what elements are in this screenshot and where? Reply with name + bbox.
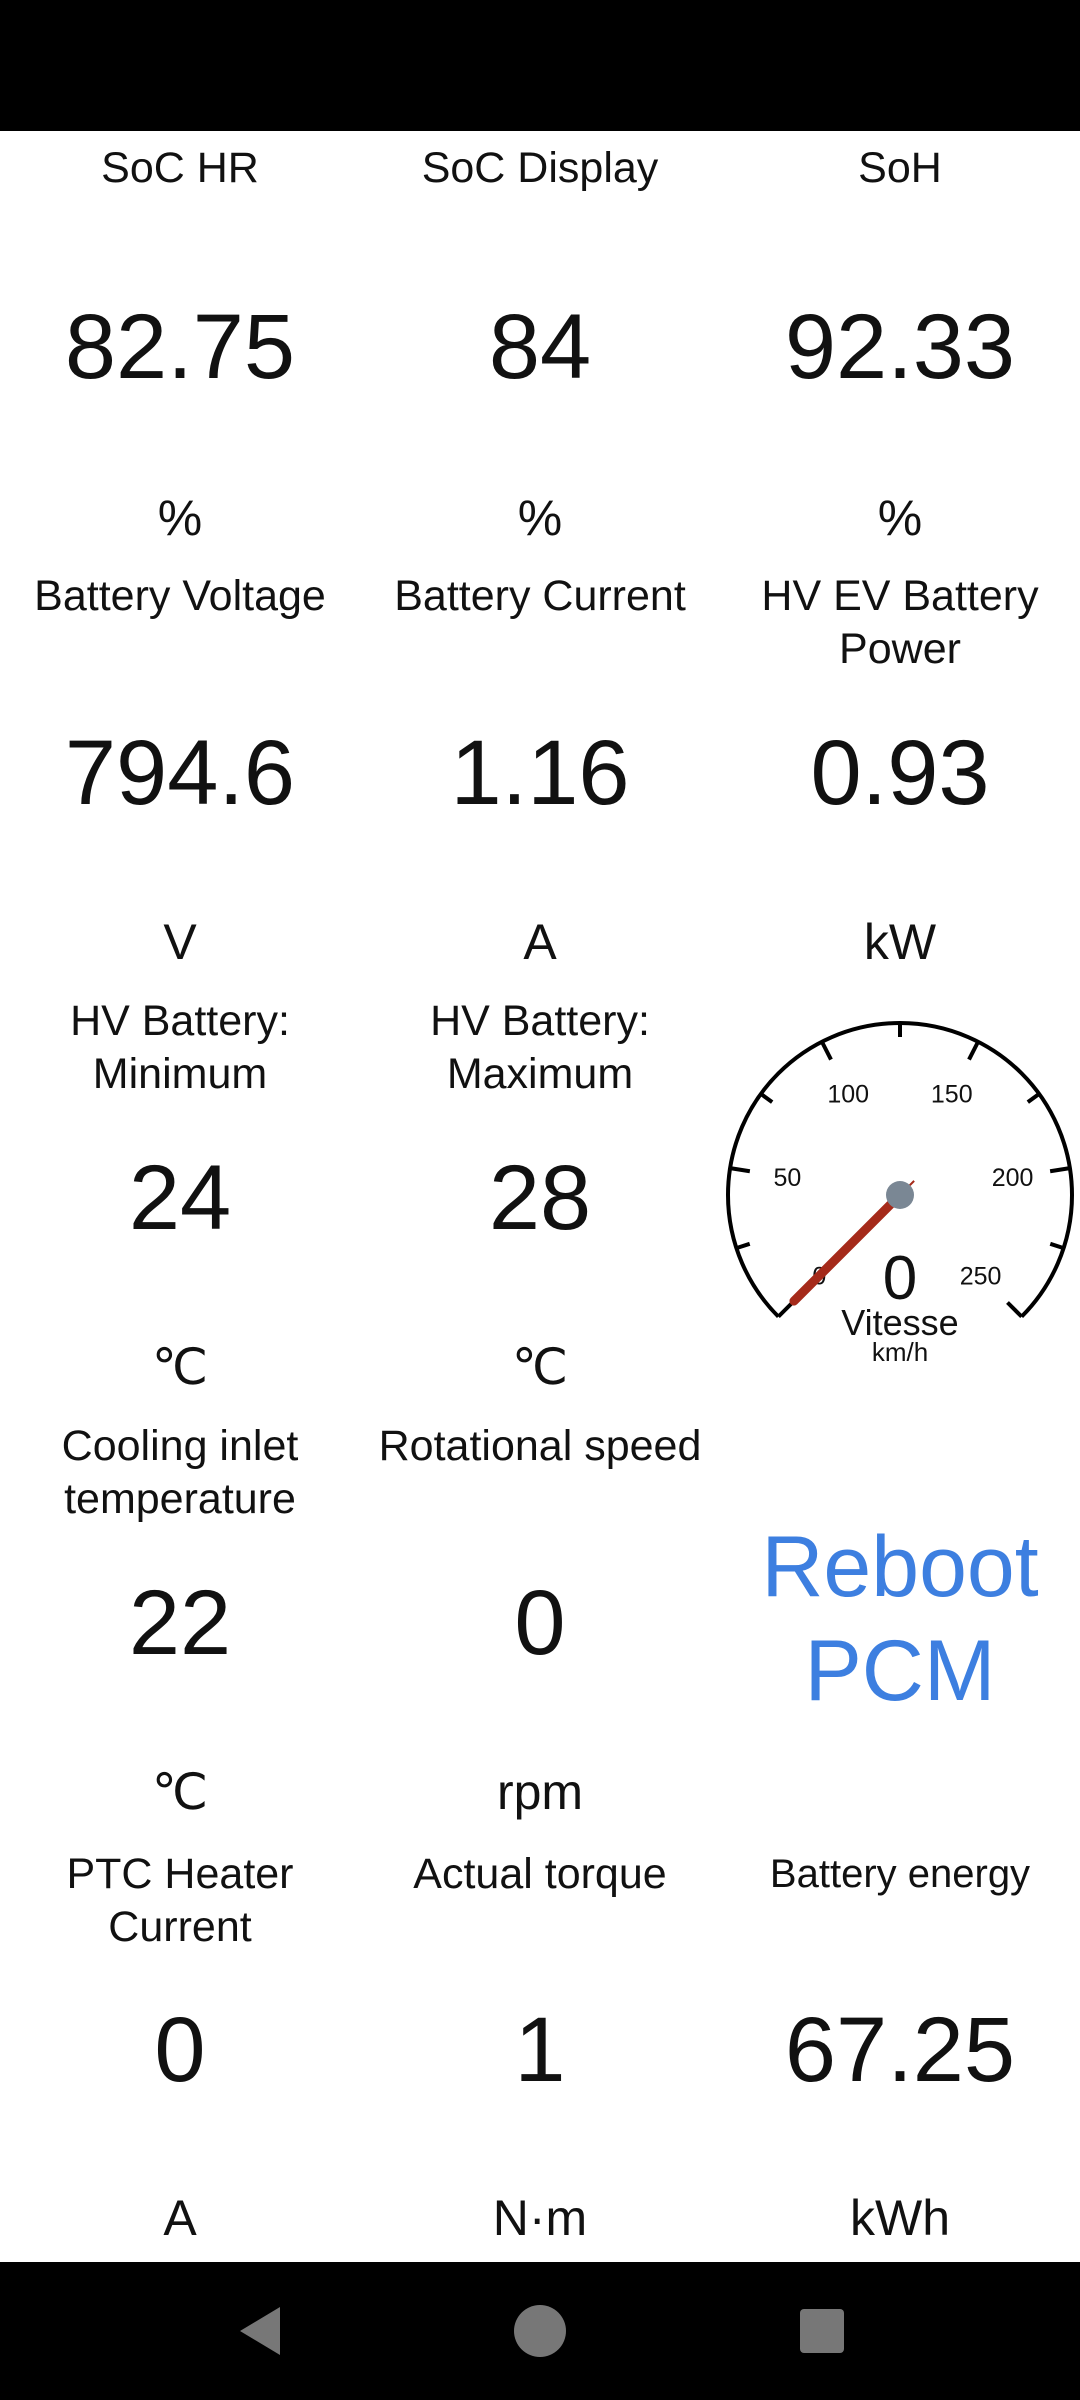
soh-value: 92.33 xyxy=(784,296,1016,398)
battery-energy-label: Battery energy xyxy=(769,1852,1031,1896)
status-bar xyxy=(0,0,1080,131)
actual-torque-value: 1 xyxy=(514,1999,566,2101)
gauge-tick xyxy=(776,1301,794,1319)
reboot-pcm-button[interactable]: Reboot PCM xyxy=(720,1515,1080,1723)
ptc-heater-unit: A xyxy=(163,2190,197,2246)
hv-battery-max-value: 28 xyxy=(488,1147,592,1249)
back-icon xyxy=(240,2307,280,2355)
recents-button[interactable] xyxy=(742,2262,902,2400)
rotational-speed-unit: rpm xyxy=(496,1764,584,1820)
hv-battery-max-label: HV Battery: Maximum xyxy=(430,997,650,1098)
hv-battery-min-value: 24 xyxy=(128,1147,232,1249)
hv-battery-min-unit: ℃ xyxy=(151,1339,209,1395)
reboot-pcm-line2: PCM xyxy=(804,1623,996,1719)
soh-label: SoH xyxy=(858,144,942,192)
soc-hr-value: 82.75 xyxy=(64,296,296,398)
reboot-pcm-line1: Reboot xyxy=(761,1519,1039,1615)
navigation-bar xyxy=(0,2262,1080,2400)
battery-voltage-unit: V xyxy=(163,914,197,970)
soc-display-unit: % xyxy=(517,490,563,546)
gauge-tick xyxy=(1049,1166,1071,1174)
gauge-tick xyxy=(1049,1241,1065,1251)
gauge-tick-label: 150 xyxy=(931,1080,973,1108)
hv-battery-power-value: 0.93 xyxy=(810,722,990,824)
soc-hr-unit: % xyxy=(157,490,203,546)
battery-current-unit: A xyxy=(523,914,557,970)
rotational-speed-label: Rotational speed xyxy=(378,1422,702,1470)
rotational-speed-value: 0 xyxy=(514,1572,566,1674)
gauge-tick xyxy=(1026,1092,1041,1104)
battery-voltage-label: Battery Voltage xyxy=(34,572,326,620)
recents-icon xyxy=(800,2309,844,2353)
hv-battery-power-label: HV EV Battery Power xyxy=(761,572,1039,673)
battery-voltage-value: 794.6 xyxy=(64,722,296,824)
gauge-tick-label: 200 xyxy=(992,1164,1034,1192)
gauge-tick xyxy=(759,1092,774,1104)
cooling-inlet-label: Cooling inlet temperature xyxy=(61,1422,299,1523)
back-button[interactable] xyxy=(180,2262,340,2400)
soc-display-value: 84 xyxy=(488,296,592,398)
ptc-heater-value: 0 xyxy=(154,1999,206,2101)
hv-battery-power-unit: kW xyxy=(863,914,937,970)
soh-unit: % xyxy=(877,490,923,546)
soc-hr-label: SoC HR xyxy=(101,144,259,192)
gauge-tick-label: 50 xyxy=(773,1164,801,1192)
battery-current-value: 1.16 xyxy=(450,722,630,824)
gauge-tick-label: 100 xyxy=(827,1080,869,1108)
home-icon xyxy=(514,2305,566,2357)
home-button[interactable] xyxy=(460,2262,620,2400)
gauge-tick xyxy=(1006,1301,1024,1319)
actual-torque-unit: N·m xyxy=(492,2190,588,2246)
gauge-tick xyxy=(820,1040,833,1061)
gauge-unit: km/h xyxy=(872,1337,928,1367)
speed-gauge: 050100150200250 0 Vitesse km/h xyxy=(720,1015,1080,1375)
hv-battery-max-unit: ℃ xyxy=(511,1339,569,1395)
gauge-tick xyxy=(967,1040,980,1061)
gauge-hub xyxy=(886,1181,914,1209)
battery-current-label: Battery Current xyxy=(394,572,686,620)
battery-energy-unit: kWh xyxy=(850,2190,950,2246)
cooling-inlet-value: 22 xyxy=(128,1572,232,1674)
battery-energy-value: 67.25 xyxy=(784,1999,1016,2101)
cooling-inlet-unit: ℃ xyxy=(151,1764,209,1820)
hv-battery-min-label: HV Battery: Minimum xyxy=(70,997,290,1098)
gauge-tick xyxy=(729,1166,751,1174)
soc-display-label: SoC Display xyxy=(421,144,659,192)
ptc-heater-label: PTC Heater Current xyxy=(66,1850,294,1951)
gauge-tick-label: 250 xyxy=(960,1263,1002,1291)
actual-torque-label: Actual torque xyxy=(413,1850,667,1898)
gauge-tick xyxy=(735,1241,751,1251)
